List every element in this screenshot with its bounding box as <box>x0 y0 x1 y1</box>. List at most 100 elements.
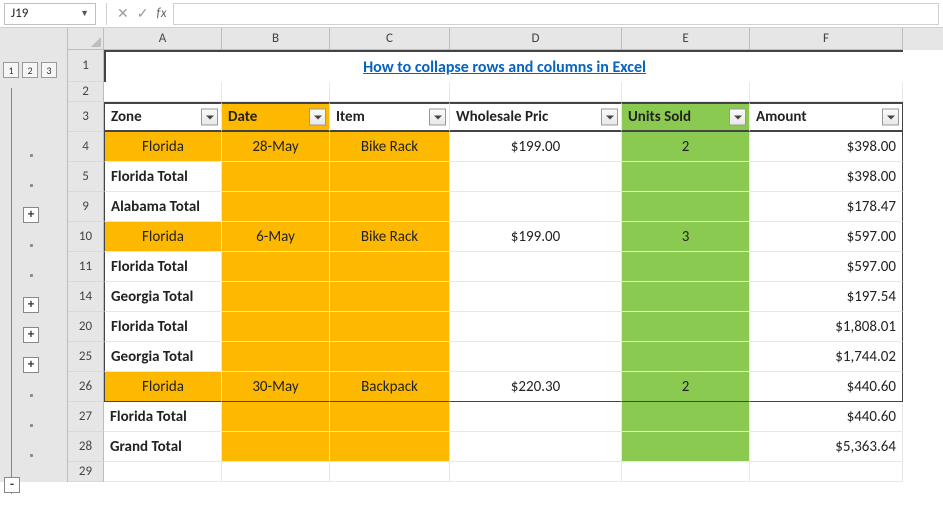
cell[interactable] <box>450 402 622 432</box>
cell[interactable] <box>222 432 330 462</box>
cell-total-label[interactable]: Florida Total <box>104 312 222 342</box>
cell[interactable] <box>330 342 450 372</box>
cell[interactable] <box>622 402 750 432</box>
filter-icon[interactable] <box>882 109 899 126</box>
cell-total-label[interactable]: Georgia Total <box>104 282 222 312</box>
filter-icon[interactable] <box>729 109 746 126</box>
cell-total-label[interactable]: Florida Total <box>104 402 222 432</box>
header-units[interactable]: Units Sold <box>622 102 750 132</box>
row-header[interactable]: 11 <box>68 252 104 282</box>
cell[interactable] <box>622 342 750 372</box>
cell[interactable] <box>222 462 330 482</box>
cell-amount[interactable]: $5,363.64 <box>750 432 903 462</box>
cell-amount[interactable]: $1,808.01 <box>750 312 903 342</box>
title-link[interactable]: How to collapse rows and columns in Exce… <box>363 58 646 77</box>
col-header-B[interactable]: B <box>222 28 330 50</box>
cell-amount[interactable]: $178.47 <box>750 192 903 222</box>
cell-item[interactable]: Backpack <box>330 372 450 402</box>
cell[interactable] <box>222 252 330 282</box>
cell-date[interactable]: 28-May <box>222 132 330 162</box>
col-header-E[interactable]: E <box>622 28 750 50</box>
cell[interactable] <box>450 282 622 312</box>
cell-total-label[interactable]: Alabama Total <box>104 192 222 222</box>
cell-total-label[interactable]: Florida Total <box>104 252 222 282</box>
row-header[interactable]: 29 <box>68 462 104 482</box>
expand-row-9[interactable]: + <box>23 207 39 223</box>
cell[interactable] <box>104 462 222 482</box>
row-header[interactable]: 20 <box>68 312 104 342</box>
cell[interactable] <box>450 462 622 482</box>
filter-icon[interactable] <box>601 109 618 126</box>
cell[interactable] <box>222 342 330 372</box>
cell-amount[interactable]: $597.00 <box>750 252 903 282</box>
row-header[interactable]: 26 <box>68 372 104 402</box>
cell-total-label[interactable]: Georgia Total <box>104 342 222 372</box>
collapse-grand-total[interactable]: - <box>4 477 20 493</box>
cell[interactable] <box>750 462 903 482</box>
cell[interactable] <box>622 462 750 482</box>
col-header-F[interactable]: F <box>750 28 903 50</box>
cell[interactable] <box>330 432 450 462</box>
cell[interactable] <box>622 162 750 192</box>
cell[interactable] <box>330 162 450 192</box>
cell-units[interactable]: 2 <box>622 372 750 402</box>
cell-amount[interactable]: $398.00 <box>750 132 903 162</box>
cell[interactable] <box>222 82 330 102</box>
select-all[interactable] <box>68 28 104 50</box>
cell[interactable] <box>450 312 622 342</box>
cell-amount[interactable]: $597.00 <box>750 222 903 252</box>
outline-level-1[interactable]: 1 <box>3 62 19 78</box>
cell[interactable] <box>330 462 450 482</box>
row-header[interactable]: 4 <box>68 132 104 162</box>
cell-units[interactable]: 3 <box>622 222 750 252</box>
cell-total-label[interactable]: Florida Total <box>104 162 222 192</box>
cell-amount[interactable]: $398.00 <box>750 162 903 192</box>
cell[interactable] <box>222 312 330 342</box>
cell-zone[interactable]: Florida <box>104 372 222 402</box>
row-header[interactable]: 28 <box>68 432 104 462</box>
cell[interactable] <box>330 282 450 312</box>
cell-item[interactable]: Bike Rack <box>330 222 450 252</box>
row-header[interactable]: 14 <box>68 282 104 312</box>
title-cell[interactable]: How to collapse rows and columns in Exce… <box>104 50 903 82</box>
cell-price[interactable]: $220.30 <box>450 372 622 402</box>
cell[interactable] <box>622 312 750 342</box>
cell[interactable] <box>330 252 450 282</box>
col-header-A[interactable]: A <box>104 28 222 50</box>
cell[interactable] <box>622 82 750 102</box>
formula-input[interactable] <box>173 3 939 25</box>
cell-price[interactable]: $199.00 <box>450 132 622 162</box>
cancel-icon[interactable]: ✕ <box>117 5 129 22</box>
cell-amount[interactable]: $197.54 <box>750 282 903 312</box>
filter-icon[interactable] <box>309 109 326 126</box>
col-header-D[interactable]: D <box>450 28 622 50</box>
cell[interactable] <box>622 192 750 222</box>
row-header[interactable]: 2 <box>68 82 104 102</box>
cell[interactable] <box>622 432 750 462</box>
cell-amount[interactable]: $1,744.02 <box>750 342 903 372</box>
col-header-C[interactable]: C <box>330 28 450 50</box>
cell-zone[interactable]: Florida <box>104 132 222 162</box>
header-price[interactable]: Wholesale Pric <box>450 102 622 132</box>
cell-grand-total-label[interactable]: Grand Total <box>104 432 222 462</box>
header-date[interactable]: Date <box>222 102 330 132</box>
filter-icon[interactable] <box>201 109 218 126</box>
cell[interactable] <box>330 82 450 102</box>
cell[interactable] <box>750 82 903 102</box>
expand-row-20[interactable]: + <box>23 327 39 343</box>
cell-zone[interactable]: Florida <box>104 222 222 252</box>
cell[interactable] <box>222 192 330 222</box>
name-box[interactable]: J19 ▼ <box>4 3 96 25</box>
outline-level-3[interactable]: 3 <box>41 62 57 78</box>
row-header[interactable]: 5 <box>68 162 104 192</box>
cell[interactable] <box>450 162 622 192</box>
header-zone[interactable]: Zone <box>104 102 222 132</box>
cell[interactable] <box>450 82 622 102</box>
expand-row-25[interactable]: + <box>23 357 39 373</box>
cell-amount[interactable]: $440.60 <box>750 372 903 402</box>
row-header[interactable]: 1 <box>68 50 104 82</box>
outline-level-2[interactable]: 2 <box>22 62 38 78</box>
cell-date[interactable]: 6-May <box>222 222 330 252</box>
row-header[interactable]: 10 <box>68 222 104 252</box>
cell[interactable] <box>330 192 450 222</box>
